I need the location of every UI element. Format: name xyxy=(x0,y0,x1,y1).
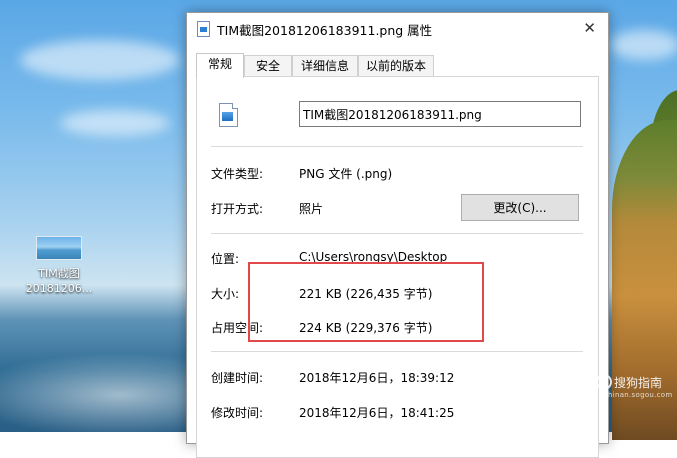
modified-value: 2018年12月6日，18:41:25 xyxy=(299,406,455,420)
file-type-label: 文件类型: xyxy=(211,167,264,181)
desktop-icon-label-line1: TIM截图 xyxy=(38,267,80,280)
filename-input[interactable] xyxy=(299,101,581,127)
cloud xyxy=(610,30,677,60)
tab-strip: 常规 安全 详细信息 以前的版本 xyxy=(196,53,596,78)
size-label: 大小: xyxy=(211,287,240,301)
created-value: 2018年12月6日，18:39:12 xyxy=(299,371,455,385)
created-label: 创建时间: xyxy=(211,371,264,385)
highlight-annotation-box xyxy=(248,262,484,342)
properties-dialog: TIM截图20181206183911.png 属性 ✕ 常规 安全 详细信息 … xyxy=(186,12,609,458)
watermark: 搜狗指南 zhinan.sogou.com xyxy=(596,374,673,399)
tab-general[interactable]: 常规 xyxy=(196,53,244,78)
tab-security[interactable]: 安全 xyxy=(244,55,292,77)
tab-previous-versions[interactable]: 以前的版本 xyxy=(358,55,434,77)
divider xyxy=(211,146,583,147)
image-thumbnail-icon xyxy=(36,236,82,260)
cloud xyxy=(60,110,170,136)
file-type-value: PNG 文件 (.png) xyxy=(299,167,393,181)
location-label: 位置: xyxy=(211,252,240,266)
open-with-label: 打开方式: xyxy=(211,202,264,216)
title-bar[interactable]: TIM截图20181206183911.png 属性 ✕ xyxy=(187,13,608,43)
open-with-value: 照片 xyxy=(299,202,324,216)
change-button[interactable]: 更改(C)... xyxy=(461,194,579,221)
close-button[interactable]: ✕ xyxy=(583,19,596,37)
desktop-icon-label-line2: 20181206... xyxy=(25,282,93,295)
tab-details[interactable]: 详细信息 xyxy=(292,55,358,77)
sogou-logo-icon xyxy=(596,374,612,390)
watermark-subtext: zhinan.sogou.com xyxy=(604,391,673,399)
cloud xyxy=(20,40,180,80)
dialog-title: TIM截图20181206183911.png 属性 xyxy=(217,23,433,38)
watermark-text: 搜狗指南 xyxy=(614,376,663,390)
modified-label: 修改时间: xyxy=(211,406,264,420)
desktop-file-icon[interactable]: TIM截图 20181206... xyxy=(18,236,100,296)
divider xyxy=(211,233,583,234)
png-file-icon xyxy=(197,21,210,37)
image-file-icon xyxy=(219,103,238,127)
divider xyxy=(211,351,583,352)
